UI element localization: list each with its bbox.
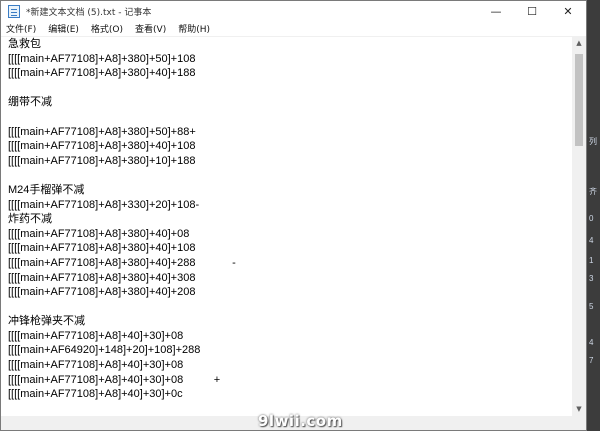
text-line: 绷带不减 bbox=[8, 96, 52, 109]
menu-bar: 文件(F) 编辑(E) 格式(O) 查看(V) 帮助(H) bbox=[1, 21, 586, 36]
scroll-down-arrow-icon[interactable]: ▼ bbox=[572, 402, 586, 416]
text-line: [[[[main+AF77108]+A8]+40]+30]+0c bbox=[8, 388, 183, 401]
text-line bbox=[1, 168, 573, 183]
text-line: [[[[main+AF77108]+A8]+380]+40]+108 bbox=[8, 140, 196, 153]
text-line: [[[[main+AF77108]+A8]+380]+50]+88+ bbox=[8, 125, 196, 138]
background-strip-char: 齐 bbox=[589, 187, 597, 196]
menu-view[interactable]: 查看(V) bbox=[135, 22, 166, 35]
window-title: *新建文本文档 (5).txt - 记事本 bbox=[26, 7, 152, 18]
menu-format[interactable]: 格式(O) bbox=[91, 22, 123, 35]
maximize-button[interactable]: ☐ bbox=[514, 1, 550, 21]
notepad-window: *新建文本文档 (5).txt - 记事本 — ☐ ✕ 文件(F) 编辑(E) … bbox=[0, 0, 587, 431]
background-strip-char: 1 bbox=[589, 256, 594, 265]
text-line: [[[[main+AF77108]+A8]+380]+50]+108 bbox=[8, 52, 196, 65]
vertical-scrollbar[interactable]: ▲ ▼ bbox=[572, 36, 586, 416]
text-line: [[[[main+AF77108]+A8]+380]+40]+188 bbox=[8, 67, 196, 80]
scrollbar-corner bbox=[572, 416, 586, 430]
text-line: [[[[main+AF77108]+A8]+330]+20]+108- bbox=[8, 198, 200, 211]
background-strip-char: 5 bbox=[589, 302, 594, 311]
text-line: [[[[main+AF77108]+A8]+380]+40]+108 bbox=[8, 242, 196, 255]
text-line: [[[[main+AF77108]+A8]+40]+30]+08 bbox=[8, 329, 184, 342]
background-strip-char: 7 bbox=[589, 356, 594, 365]
menu-file[interactable]: 文件(F) bbox=[6, 22, 36, 35]
background-strip-char: 3 bbox=[589, 274, 594, 283]
text-line: 炸药不减 bbox=[8, 213, 52, 226]
title-bar: *新建文本文档 (5).txt - 记事本 — ☐ ✕ bbox=[1, 1, 586, 21]
background-strip-char: 4 bbox=[589, 236, 594, 245]
text-line: M24手榴弹不减 bbox=[8, 183, 85, 196]
text-line: [[[[main+AF77108]+A8]+380]+40]+288 - bbox=[8, 256, 236, 269]
text-line: [[[[main+AF77108]+A8]+380]+40]+308 bbox=[8, 271, 196, 284]
minimize-button[interactable]: — bbox=[478, 1, 514, 21]
text-line: [[[[main+AF77108]+A8]+380]+10]+188 bbox=[8, 154, 196, 167]
text-line bbox=[1, 110, 573, 125]
background-strip-char: 列 bbox=[589, 137, 597, 146]
text-line: [[[[main+AF77108]+A8]+40]+30]+08 + bbox=[8, 373, 221, 386]
scroll-up-arrow-icon[interactable]: ▲ bbox=[572, 36, 586, 50]
watermark-text: 9lwii.com bbox=[258, 412, 343, 430]
background-strip-char: 4 bbox=[589, 338, 594, 347]
background-strip-char: 0 bbox=[589, 214, 594, 223]
text-line: [[[[main+AF77108]+A8]+380]+40]+208 bbox=[8, 286, 196, 299]
window-controls: — ☐ ✕ bbox=[478, 1, 586, 21]
text-line bbox=[1, 81, 573, 96]
text-line bbox=[1, 300, 573, 315]
text-line: 急救包 bbox=[8, 38, 41, 50]
vertical-scroll-thumb[interactable] bbox=[575, 54, 583, 146]
menu-edit[interactable]: 编辑(E) bbox=[48, 22, 79, 35]
notepad-icon bbox=[8, 4, 20, 18]
text-line: [[[[main+AF77108]+A8]+380]+40]+08 bbox=[8, 227, 190, 240]
text-line: [[[[main+AF77108]+A8]+40]+30]+08 bbox=[8, 359, 184, 372]
text-editor-area[interactable]: 急救包 [[[[main+AF77108]+A8]+380]+50]+108 [[[… bbox=[1, 36, 573, 416]
text-line: [[[[main+AF64920]+148]+20]+108]+288 bbox=[8, 344, 201, 357]
close-button[interactable]: ✕ bbox=[550, 1, 586, 21]
text-line: 冲锋枪弹夹不减 bbox=[8, 315, 85, 328]
menu-help[interactable]: 帮助(H) bbox=[178, 22, 210, 35]
